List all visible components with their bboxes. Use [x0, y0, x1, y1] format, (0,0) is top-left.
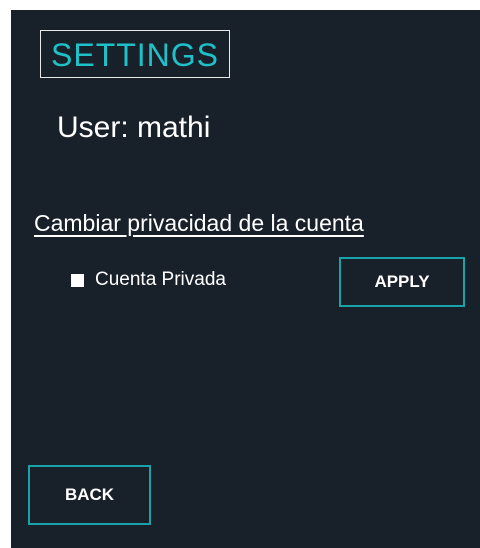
private-account-checkbox-row[interactable]: Cuenta Privada	[71, 265, 226, 295]
privacy-heading: Cambiar privacidad de la cuenta	[34, 210, 364, 236]
private-account-label: Cuenta Privada	[95, 269, 226, 290]
back-button[interactable]: BACK	[28, 465, 151, 525]
private-account-checkbox[interactable]	[71, 273, 84, 287]
settings-panel: SETTINGS User: mathi Cambiar privacidad …	[11, 10, 480, 548]
user-label: User: mathi	[57, 111, 211, 144]
apply-button[interactable]: APPLY	[339, 257, 465, 307]
page-title: SETTINGS	[40, 30, 231, 78]
